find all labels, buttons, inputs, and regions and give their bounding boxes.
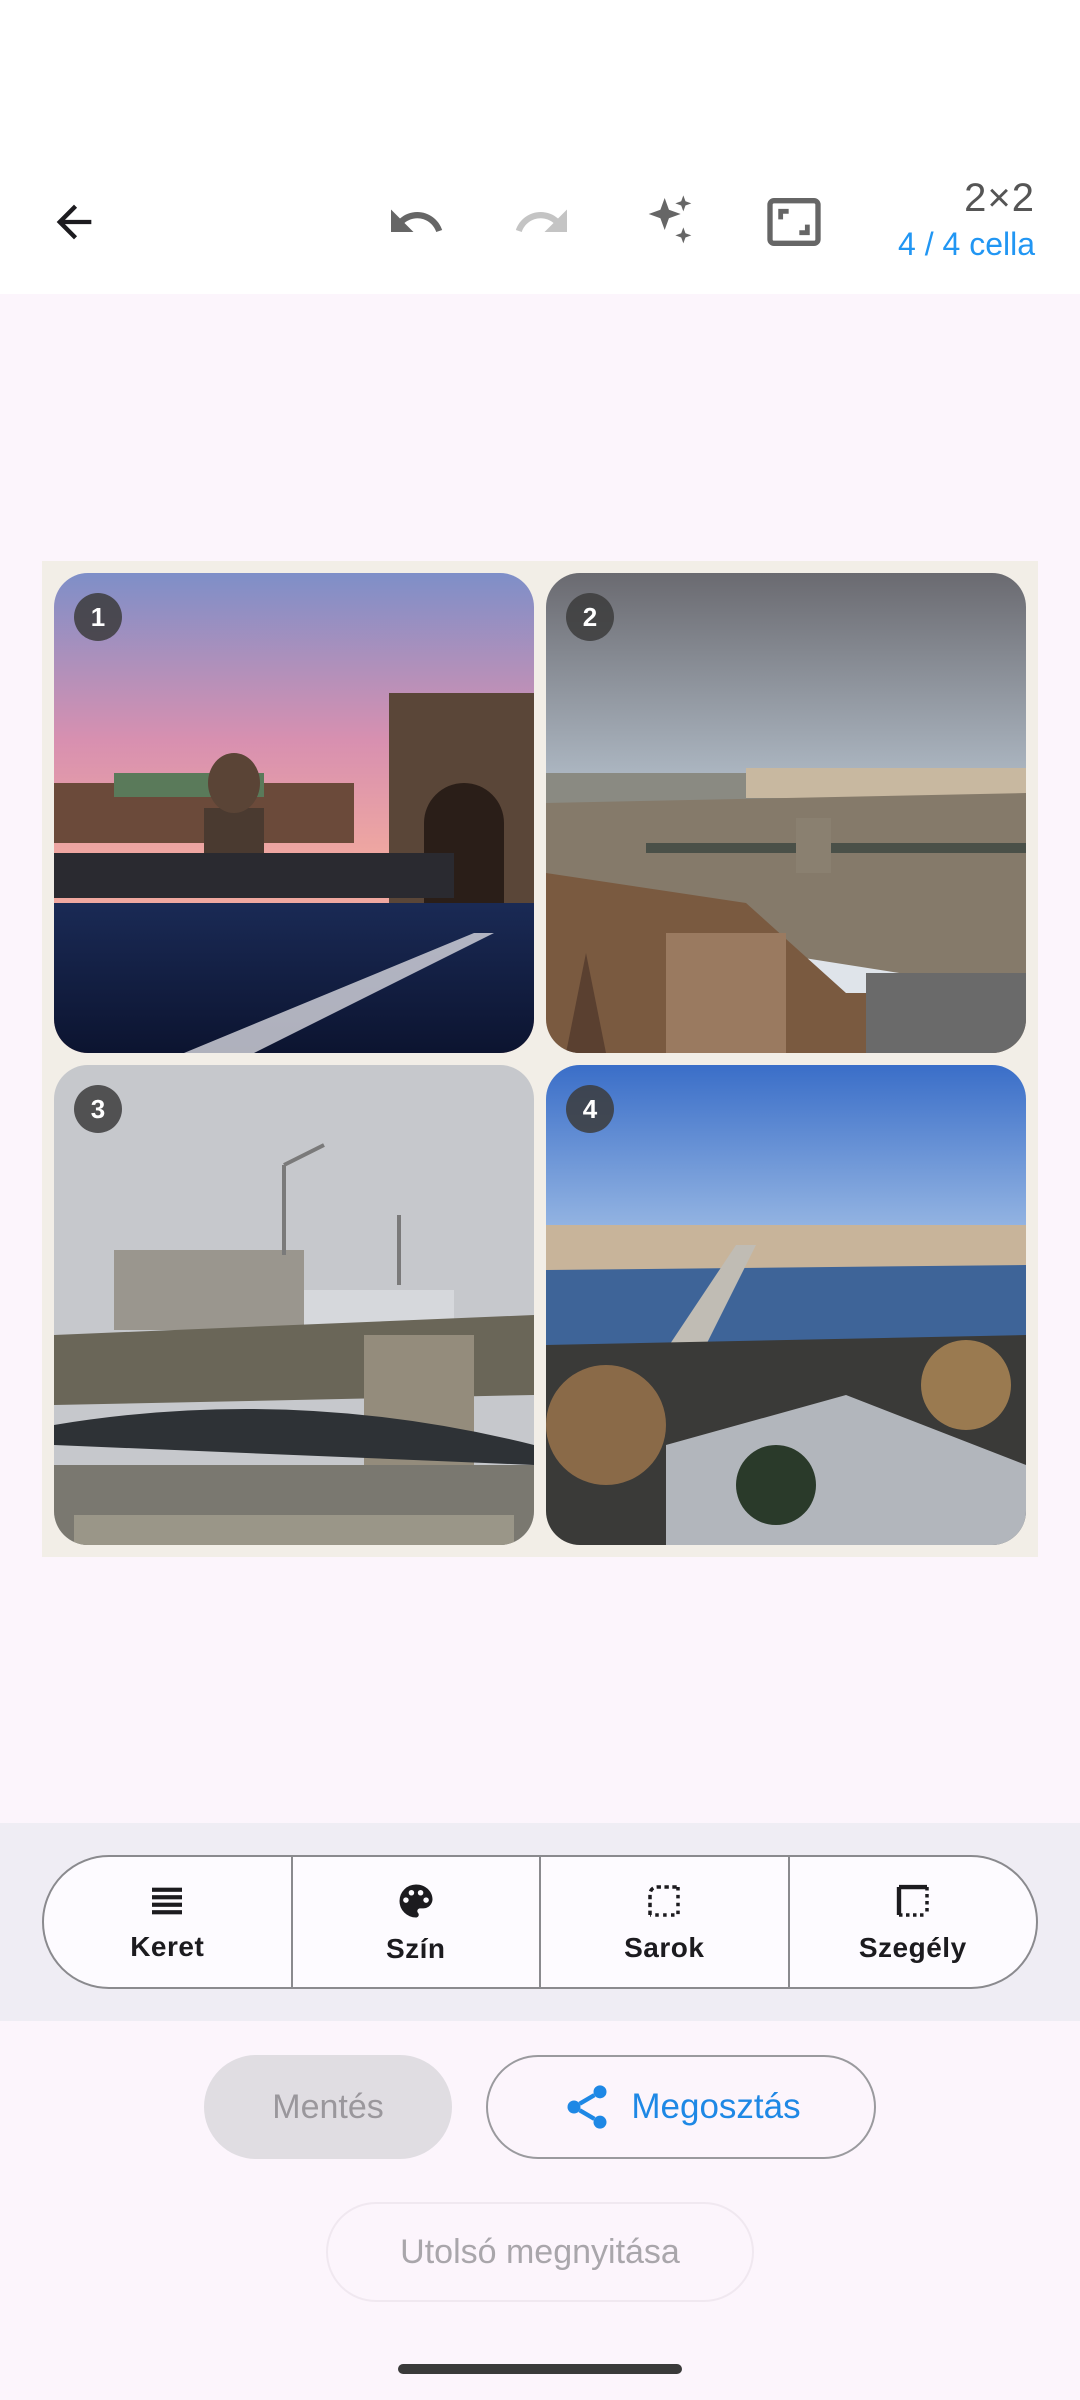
home-indicator[interactable] [398, 2364, 682, 2374]
cell-number-badge: 4 [566, 1085, 614, 1133]
edit-options-segmented: Keret Szín Sarok Szegély [42, 1855, 1038, 1989]
status-bar [0, 0, 1080, 150]
tab-szegely[interactable]: Szegély [790, 1857, 1037, 1987]
aspect-ratio-button[interactable] [750, 178, 838, 266]
cell-number-badge: 2 [566, 593, 614, 641]
tab-keret[interactable]: Keret [44, 1857, 293, 1987]
tab-label: Sarok [624, 1932, 705, 1963]
back-arrow-icon [56, 204, 92, 240]
border-icon [896, 1884, 929, 1917]
palette-icon [399, 1884, 433, 1918]
photo-chain-bridge-lion [54, 573, 534, 1053]
share-label: Megosztás [631, 2087, 801, 2126]
tab-szin[interactable]: Szín [293, 1857, 541, 1987]
undo-icon [391, 209, 443, 232]
cell-count-label: 4 / 4 cella [898, 226, 1035, 262]
corner-icon [648, 1885, 680, 1917]
share-button[interactable]: Megosztás [486, 2055, 876, 2159]
undo-button[interactable] [372, 178, 460, 266]
redo-button[interactable] [498, 178, 586, 266]
cell-number-badge: 3 [74, 1085, 122, 1133]
tab-label: Szín [385, 1933, 446, 1964]
grid-info[interactable]: 2×2 4 / 4 cella [898, 174, 1035, 266]
tab-sarok[interactable]: Sarok [541, 1857, 790, 1987]
collage-canvas: 1 2 3 4 [42, 561, 1038, 1557]
grid-size-label: 2×2 [964, 176, 1035, 220]
top-toolbar: 2×2 4 / 4 cella [0, 150, 1080, 294]
edit-options-panel: Keret Szín Sarok Szegély [0, 1823, 1080, 2021]
back-button[interactable] [30, 178, 118, 266]
collage-cell-2[interactable]: 2 [546, 573, 1026, 1053]
cell-number-badge: 1 [74, 593, 122, 641]
save-button[interactable]: Mentés [204, 2055, 452, 2159]
open-last-button[interactable]: Utolsó megnyitása [326, 2202, 754, 2302]
collage-cell-1[interactable]: 1 [54, 573, 534, 1053]
collage-cell-4[interactable]: 4 [546, 1065, 1026, 1545]
layout-lines-icon [152, 1887, 183, 1915]
tab-label: Szegély [858, 1932, 967, 1963]
share-icon [567, 2085, 607, 2129]
photo-danube-parliament [546, 573, 1026, 1053]
photo-chain-bridge-fog [54, 1065, 534, 1545]
collage-cell-3[interactable]: 3 [54, 1065, 534, 1545]
photo-danube-winter [546, 1065, 1026, 1545]
redo-icon [515, 209, 567, 232]
tab-label: Keret [130, 1931, 205, 1962]
magic-button[interactable] [626, 178, 714, 266]
aspect-ratio-icon [767, 198, 821, 246]
sparkle-icon [648, 195, 692, 244]
